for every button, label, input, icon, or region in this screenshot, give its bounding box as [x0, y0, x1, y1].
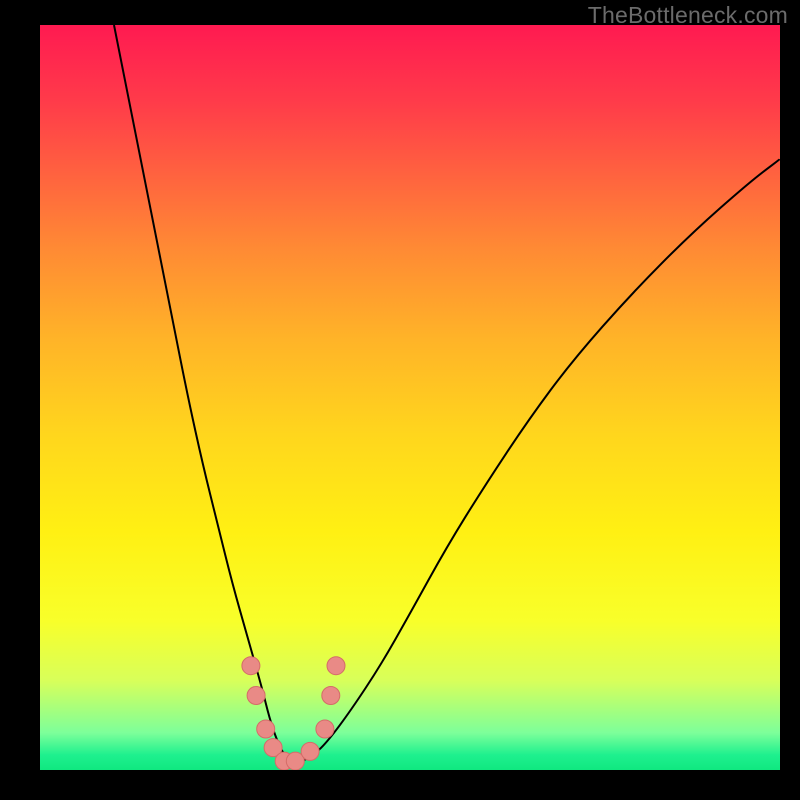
- curve-marker: [322, 687, 340, 705]
- chart-frame: TheBottleneck.com: [0, 0, 800, 800]
- curve-marker: [257, 720, 275, 738]
- chart-plot-area: [40, 25, 780, 770]
- chart-svg: [40, 25, 780, 770]
- curve-marker: [247, 687, 265, 705]
- curve-marker: [242, 657, 260, 675]
- curve-marker: [301, 742, 319, 760]
- bottleneck-curve: [114, 25, 780, 763]
- watermark-label: TheBottleneck.com: [588, 2, 788, 29]
- curve-marker: [316, 720, 334, 738]
- curve-marker: [327, 657, 345, 675]
